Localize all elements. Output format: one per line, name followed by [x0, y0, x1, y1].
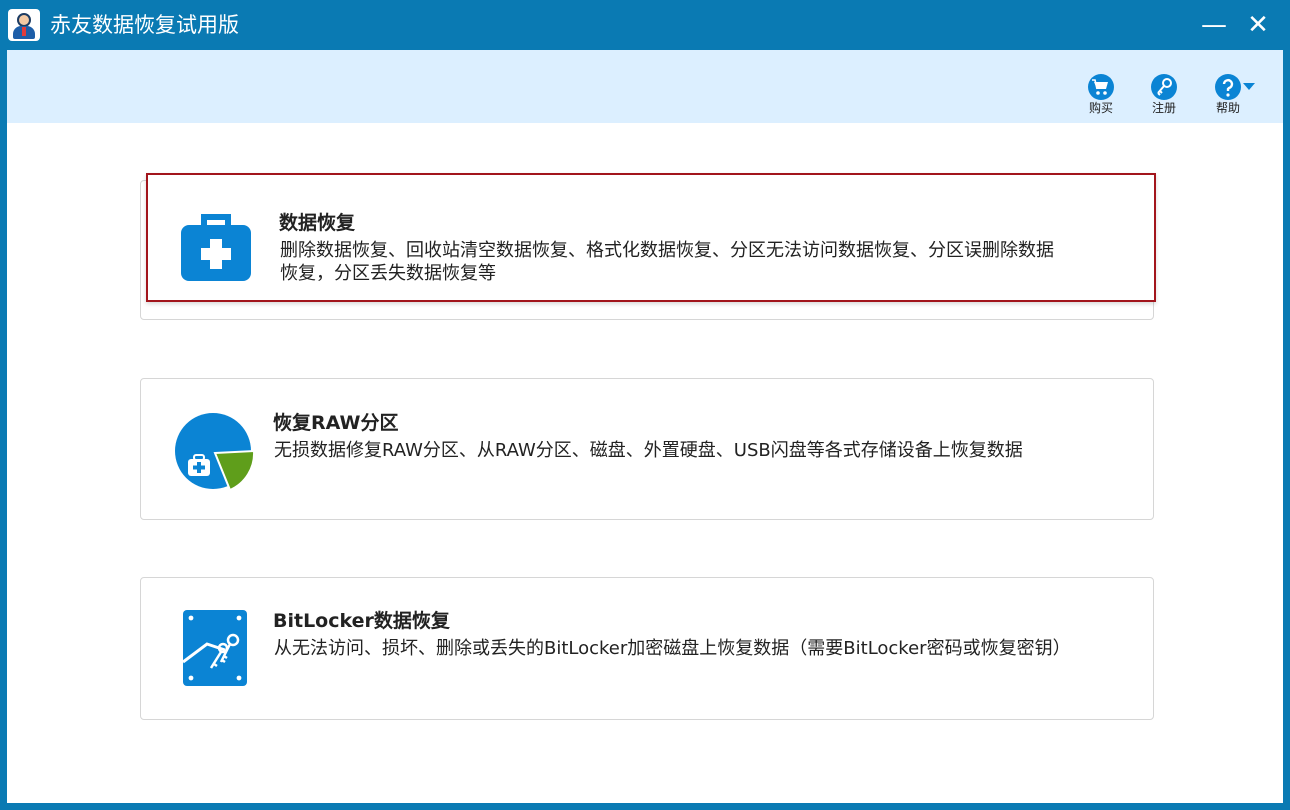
raw-partition-card[interactable]: 恢复RAW分区 无损数据修复RAW分区、从RAW分区、磁盘、外置硬盘、USB闪盘…	[140, 378, 1154, 520]
card-title: 恢复RAW分区	[273, 412, 399, 434]
card-title: 数据恢复	[279, 212, 356, 234]
question-icon	[1215, 74, 1241, 100]
app-logo-icon	[8, 9, 40, 41]
buy-button[interactable]: 购买	[1078, 74, 1124, 120]
title-bar[interactable]: 赤友数据恢复试用版 — ✕	[0, 0, 1290, 50]
minimize-button[interactable]: —	[1196, 8, 1232, 42]
chevron-down-icon[interactable]	[1243, 83, 1255, 90]
card-description: 从无法访问、损坏、删除或丢失的BitLocker加密磁盘上恢复数据（需要BitL…	[274, 638, 1071, 659]
toolbar: 购买 注册 帮助	[7, 50, 1283, 123]
register-label: 注册	[1151, 101, 1176, 115]
help-button[interactable]: 帮助	[1205, 74, 1255, 120]
help-label: 帮助	[1215, 101, 1240, 115]
app-window: 赤友数据恢复试用版 — ✕ 购买 注册 帮助 数据恢复 删除数据恢复、回收站清空…	[0, 0, 1290, 810]
register-button[interactable]: 注册	[1141, 74, 1187, 120]
card-description: 删除数据恢复、回收站清空数据恢复、格式化数据恢复、分区无法访问数据恢复、分区误删…	[280, 240, 1054, 284]
main-panel: 购买 注册 帮助 数据恢复 删除数据恢复、回收站清空数据恢复、格式化数据恢复、分…	[7, 50, 1283, 803]
window-title: 赤友数据恢复试用版	[50, 13, 239, 37]
cart-icon	[1088, 74, 1114, 100]
key-icon	[1151, 74, 1177, 100]
first-aid-kit-icon	[179, 211, 253, 289]
card-title: BitLocker数据恢复	[273, 610, 450, 632]
partition-pie-icon	[174, 411, 256, 497]
buy-label: 购买	[1088, 101, 1113, 115]
card-description: 无损数据修复RAW分区、从RAW分区、磁盘、外置硬盘、USB闪盘等各式存储设备上…	[274, 440, 1023, 461]
bitlocker-drive-key-icon	[182, 610, 247, 690]
close-button[interactable]: ✕	[1240, 8, 1276, 42]
data-recovery-card[interactable]: 数据恢复 删除数据恢复、回收站清空数据恢复、格式化数据恢复、分区无法访问数据恢复…	[146, 173, 1156, 302]
bitlocker-recovery-card[interactable]: BitLocker数据恢复 从无法访问、损坏、删除或丢失的BitLocker加密…	[140, 577, 1154, 720]
